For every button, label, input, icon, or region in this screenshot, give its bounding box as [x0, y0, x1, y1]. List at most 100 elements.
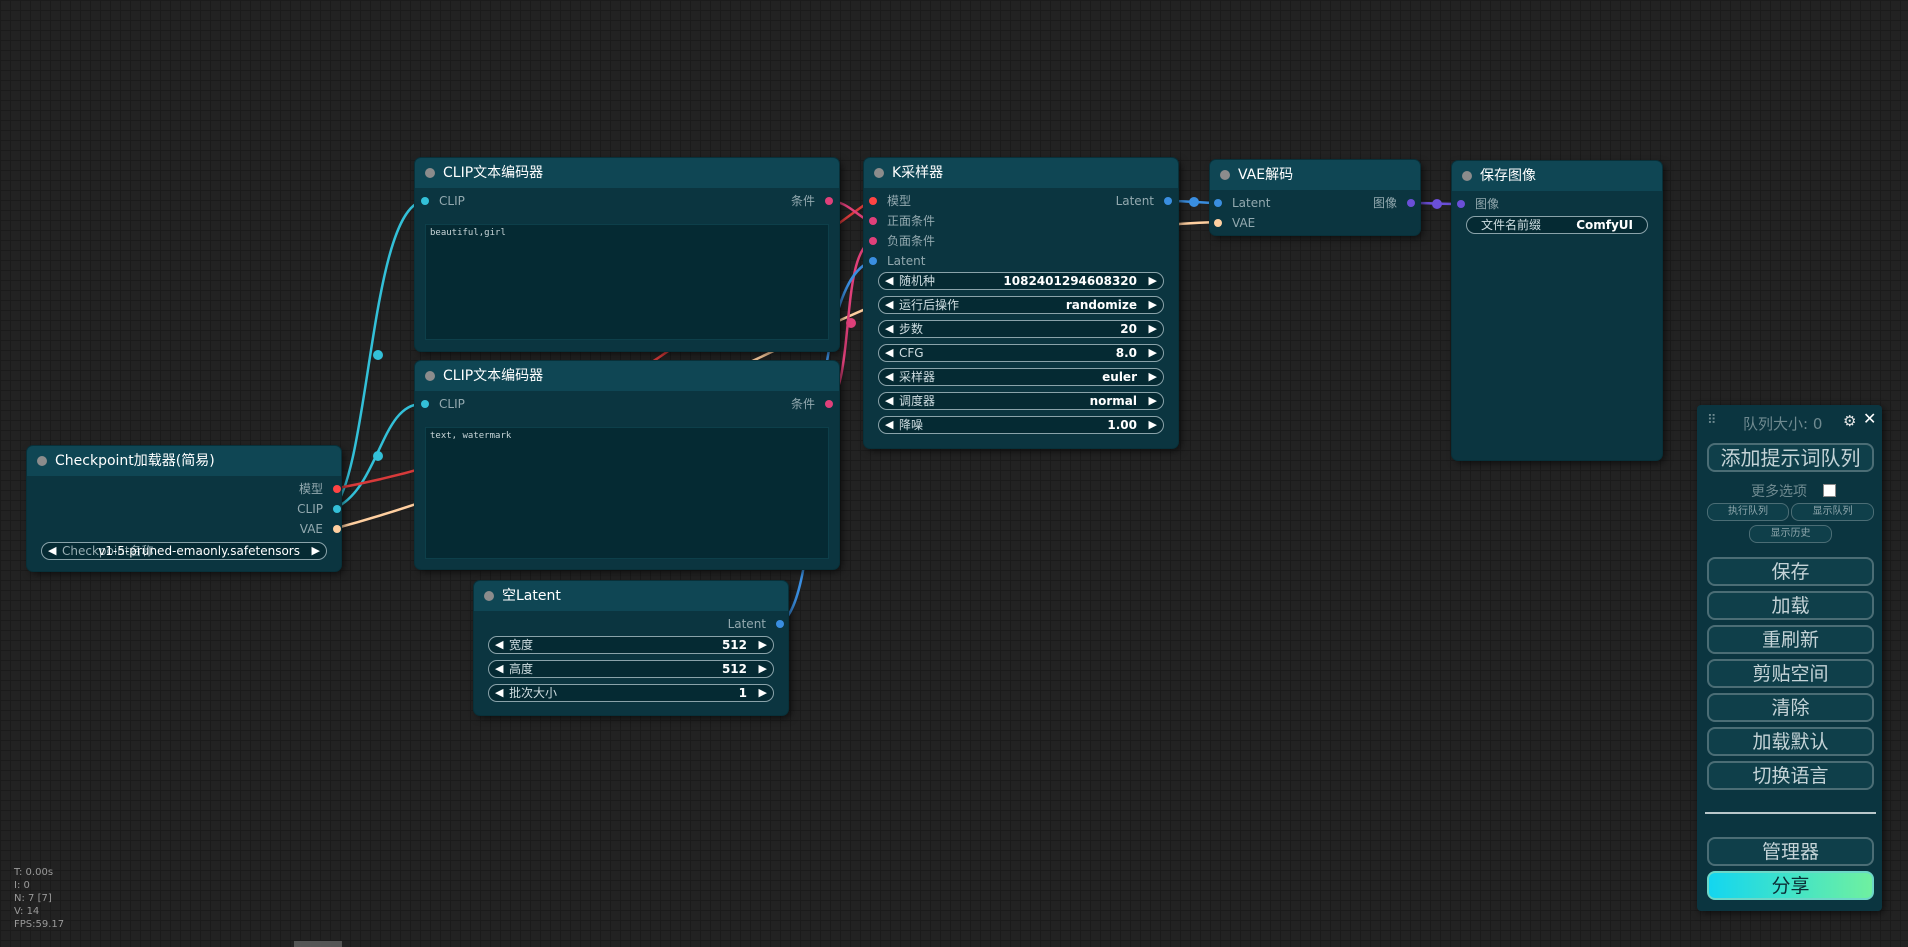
- input-slot-model[interactable]: 模型: [869, 192, 911, 210]
- node-empty-latent[interactable]: 空Latent Latent ◀ 宽度 512 ▶ ◀ 高度 512 ▶ ◀ 批次大小 1 ▶: [474, 581, 788, 715]
- widget-seed[interactable]: ◀ 随机种 1082401294608320 ▶: [878, 272, 1164, 290]
- collapse-dot-icon[interactable]: [1462, 171, 1472, 181]
- decrement-arrow-icon[interactable]: ◀: [495, 685, 503, 701]
- increment-arrow-icon[interactable]: ▶: [1149, 345, 1157, 361]
- output-slot-model[interactable]: 模型: [299, 480, 341, 498]
- node-checkpoint-loader[interactable]: Checkpoint加载器(简易) 模型 CLIP VAE ◀ Checkpoi…: [27, 446, 341, 571]
- prompt-textarea[interactable]: beautiful,girl: [425, 224, 829, 340]
- node-title[interactable]: CLIP文本编码器: [415, 361, 839, 391]
- drag-handle-icon[interactable]: ⠿: [1707, 413, 1717, 428]
- save-button[interactable]: 保存: [1707, 557, 1874, 586]
- widget-batch-size[interactable]: ◀ 批次大小 1 ▶: [488, 684, 774, 702]
- increment-arrow-icon[interactable]: ▶: [759, 661, 767, 677]
- input-slot-latent[interactable]: Latent: [1214, 194, 1270, 212]
- slot-pin-icon[interactable]: [1164, 197, 1172, 205]
- output-slot-vae[interactable]: VAE: [300, 520, 341, 538]
- slot-pin-icon[interactable]: [1457, 200, 1465, 208]
- node-clip-text-encode-negative[interactable]: CLIP文本编码器 CLIP 条件 text, watermark: [415, 361, 839, 569]
- slot-pin-icon[interactable]: [333, 485, 341, 493]
- manager-button[interactable]: 管理器: [1707, 837, 1874, 866]
- slot-pin-icon[interactable]: [333, 505, 341, 513]
- queue-prompt-button[interactable]: 添加提示词队列: [1707, 443, 1874, 472]
- decrement-arrow-icon[interactable]: ◀: [885, 369, 893, 385]
- decrement-arrow-icon[interactable]: ◀: [885, 345, 893, 361]
- widget-scheduler[interactable]: ◀ 调度器 normal ▶: [878, 392, 1164, 410]
- output-slot-latent[interactable]: Latent: [728, 615, 784, 633]
- increment-arrow-icon[interactable]: ▶: [1149, 297, 1157, 313]
- input-slot-latent[interactable]: Latent: [869, 252, 925, 270]
- refresh-button[interactable]: 重刷新: [1707, 625, 1874, 654]
- node-title[interactable]: 保存图像: [1452, 161, 1662, 191]
- switch-language-button[interactable]: 切换语言: [1707, 761, 1874, 790]
- bottom-scroll-indicator[interactable]: [294, 941, 342, 947]
- node-title[interactable]: Checkpoint加载器(简易): [27, 446, 341, 476]
- increment-arrow-icon[interactable]: ▶: [1149, 393, 1157, 409]
- collapse-dot-icon[interactable]: [874, 168, 884, 178]
- output-slot-clip[interactable]: CLIP: [297, 500, 341, 518]
- decrement-arrow-icon[interactable]: ◀: [48, 543, 56, 559]
- slot-pin-icon[interactable]: [776, 620, 784, 628]
- side-menu-panel[interactable]: ⠿ 队列大小: 0 ⚙ ✕ 添加提示词队列 更多选项 执行队列 显示队列 显示历…: [1697, 405, 1882, 911]
- decrement-arrow-icon[interactable]: ◀: [885, 297, 893, 313]
- slot-pin-icon[interactable]: [1214, 219, 1222, 227]
- input-slot-negative[interactable]: 负面条件: [869, 232, 935, 250]
- share-button[interactable]: 分享: [1707, 871, 1874, 900]
- input-slot-image[interactable]: 图像: [1457, 195, 1499, 213]
- input-slot-vae[interactable]: VAE: [1214, 214, 1255, 232]
- decrement-arrow-icon[interactable]: ◀: [495, 661, 503, 677]
- collapse-dot-icon[interactable]: [484, 591, 494, 601]
- decrement-arrow-icon[interactable]: ◀: [885, 417, 893, 433]
- slot-pin-icon[interactable]: [1407, 199, 1415, 207]
- increment-arrow-icon[interactable]: ▶: [1149, 369, 1157, 385]
- widget-height[interactable]: ◀ 高度 512 ▶: [488, 660, 774, 678]
- slot-pin-icon[interactable]: [825, 400, 833, 408]
- clear-button[interactable]: 清除: [1707, 693, 1874, 722]
- slot-pin-icon[interactable]: [869, 217, 877, 225]
- prompt-textarea[interactable]: text, watermark: [425, 427, 829, 559]
- slot-pin-icon[interactable]: [421, 400, 429, 408]
- decrement-arrow-icon[interactable]: ◀: [885, 321, 893, 337]
- slot-pin-icon[interactable]: [869, 257, 877, 265]
- node-clip-text-encode-positive[interactable]: CLIP文本编码器 CLIP 条件 beautiful,girl: [415, 158, 839, 351]
- collapse-dot-icon[interactable]: [1220, 170, 1230, 180]
- show-queue-button[interactable]: 显示队列: [1791, 503, 1874, 521]
- collapse-dot-icon[interactable]: [425, 371, 435, 381]
- input-slot-positive[interactable]: 正面条件: [869, 212, 935, 230]
- increment-arrow-icon[interactable]: ▶: [1149, 321, 1157, 337]
- input-slot-clip[interactable]: CLIP: [421, 395, 465, 413]
- increment-arrow-icon[interactable]: ▶: [1149, 417, 1157, 433]
- slot-pin-icon[interactable]: [1214, 199, 1222, 207]
- node-title[interactable]: 空Latent: [474, 581, 788, 611]
- slot-pin-icon[interactable]: [869, 237, 877, 245]
- node-title[interactable]: CLIP文本编码器: [415, 158, 839, 188]
- settings-gear-icon[interactable]: ⚙: [1843, 412, 1856, 430]
- slot-pin-icon[interactable]: [869, 197, 877, 205]
- node-vae-decode[interactable]: VAE解码 Latent VAE 图像: [1210, 160, 1420, 235]
- slot-pin-icon[interactable]: [421, 197, 429, 205]
- close-icon[interactable]: ✕: [1863, 409, 1876, 428]
- output-slot-conditioning[interactable]: 条件: [791, 395, 833, 413]
- increment-arrow-icon[interactable]: ▶: [1149, 273, 1157, 289]
- increment-arrow-icon[interactable]: ▶: [312, 543, 320, 559]
- widget-denoise[interactable]: ◀ 降噪 1.00 ▶: [878, 416, 1164, 434]
- increment-arrow-icon[interactable]: ▶: [759, 685, 767, 701]
- clipspace-button[interactable]: 剪贴空间: [1707, 659, 1874, 688]
- output-slot-conditioning[interactable]: 条件: [791, 192, 833, 210]
- view-queue-button[interactable]: 执行队列: [1707, 503, 1789, 521]
- widget-width[interactable]: ◀ 宽度 512 ▶: [488, 636, 774, 654]
- node-save-image[interactable]: 保存图像 图像 文件名前缀 ComfyUI: [1452, 161, 1662, 460]
- decrement-arrow-icon[interactable]: ◀: [885, 393, 893, 409]
- load-default-button[interactable]: 加载默认: [1707, 727, 1874, 756]
- widget-steps[interactable]: ◀ 步数 20 ▶: [878, 320, 1164, 338]
- collapse-dot-icon[interactable]: [37, 456, 47, 466]
- output-slot-image[interactable]: 图像: [1373, 194, 1415, 212]
- decrement-arrow-icon[interactable]: ◀: [885, 273, 893, 289]
- widget-cfg[interactable]: ◀ CFG 8.0 ▶: [878, 344, 1164, 362]
- widget-filename-prefix[interactable]: 文件名前缀 ComfyUI: [1466, 216, 1648, 234]
- graph-canvas[interactable]: Checkpoint加载器(简易) 模型 CLIP VAE ◀ Checkpoi…: [0, 0, 1908, 947]
- decrement-arrow-icon[interactable]: ◀: [495, 637, 503, 653]
- widget-control-after-generate[interactable]: ◀ 运行后操作 randomize ▶: [878, 296, 1164, 314]
- collapse-dot-icon[interactable]: [425, 168, 435, 178]
- output-slot-latent[interactable]: Latent: [1116, 192, 1172, 210]
- widget-ckpt-name[interactable]: ◀ Checkpoint名称 v1-5-pruned-emaonly.safet…: [41, 542, 327, 560]
